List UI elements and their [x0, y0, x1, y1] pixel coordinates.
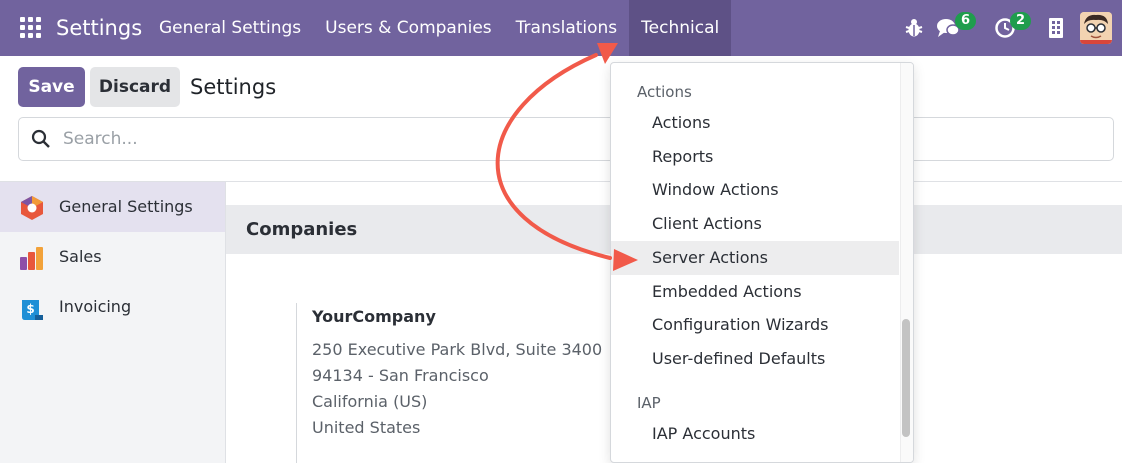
dropdown-item-server-actions[interactable]: Server Actions	[611, 241, 899, 275]
menu-users-companies[interactable]: Users & Companies	[313, 0, 504, 56]
search-bar[interactable]	[18, 117, 1114, 161]
discard-button[interactable]: Discard	[90, 67, 180, 107]
sidebar-item-sales[interactable]: Sales	[0, 232, 225, 282]
sidebar-item-invoicing[interactable]: $ Invoicing	[0, 282, 225, 332]
bug-icon[interactable]	[904, 17, 924, 39]
top-navbar: Settings General Settings Users & Compan…	[0, 0, 1122, 56]
app-name[interactable]: Settings	[56, 14, 142, 42]
sales-chart-icon	[20, 247, 43, 270]
dropdown-item-actions[interactable]: Actions	[611, 106, 899, 140]
dropdown-item-embedded-actions[interactable]: Embedded Actions	[611, 275, 899, 309]
sidebar-item-label: Invoicing	[59, 297, 132, 316]
company-name: YourCompany	[312, 307, 436, 326]
dropdown-item-user-defined-defaults[interactable]: User-defined Defaults	[611, 342, 899, 376]
settings-sidebar: General Settings Sales $ Invoicing	[0, 182, 226, 463]
sidebar-item-label: General Settings	[59, 197, 193, 216]
sidebar-item-label: Sales	[59, 247, 102, 266]
dropdown-group-header-actions: Actions	[637, 83, 692, 101]
svg-text:$: $	[26, 302, 34, 316]
company-card-border	[296, 303, 297, 463]
search-input[interactable]	[63, 127, 603, 151]
save-button[interactable]: Save	[18, 67, 85, 107]
main-menu: General Settings Users & Companies Trans…	[147, 0, 732, 56]
company-address-line: United States	[312, 418, 421, 437]
page-title: Settings	[190, 75, 277, 99]
settings-hexagon-icon	[21, 196, 43, 220]
dropdown-group-header-iap: IAP	[637, 394, 661, 412]
apps-grid-icon[interactable]	[20, 17, 41, 38]
activities-count-badge: 2	[1010, 12, 1032, 30]
company-address-line: 250 Executive Park Blvd, Suite 3400	[312, 340, 603, 359]
dropdown-item-iap-accounts[interactable]: IAP Accounts	[611, 417, 899, 451]
company-address-line: 94134 - San Francisco	[312, 366, 489, 385]
section-title: Companies	[246, 219, 358, 240]
technical-dropdown-menu: Actions Actions Reports Window Actions C…	[610, 62, 914, 463]
menu-translations[interactable]: Translations	[504, 0, 630, 56]
dropdown-item-client-actions[interactable]: Client Actions	[611, 207, 899, 241]
menu-technical[interactable]: Technical	[629, 0, 732, 56]
invoicing-dollar-icon: $	[22, 300, 43, 320]
dropdown-item-configuration-wizards[interactable]: Configuration Wizards	[611, 308, 899, 342]
dropdown-item-window-actions[interactable]: Window Actions	[611, 173, 899, 207]
avatar[interactable]	[1080, 12, 1112, 44]
search-icon	[31, 129, 50, 148]
dropdown-scrollbar-thumb[interactable]	[902, 319, 910, 437]
messages-count-badge: 6	[955, 12, 977, 30]
menu-general-settings[interactable]: General Settings	[147, 0, 313, 56]
company-address-line: California (US)	[312, 392, 428, 411]
sidebar-item-general-settings[interactable]: General Settings	[0, 182, 225, 232]
dropdown-item-reports[interactable]: Reports	[611, 140, 899, 174]
building-icon[interactable]	[1048, 17, 1064, 39]
